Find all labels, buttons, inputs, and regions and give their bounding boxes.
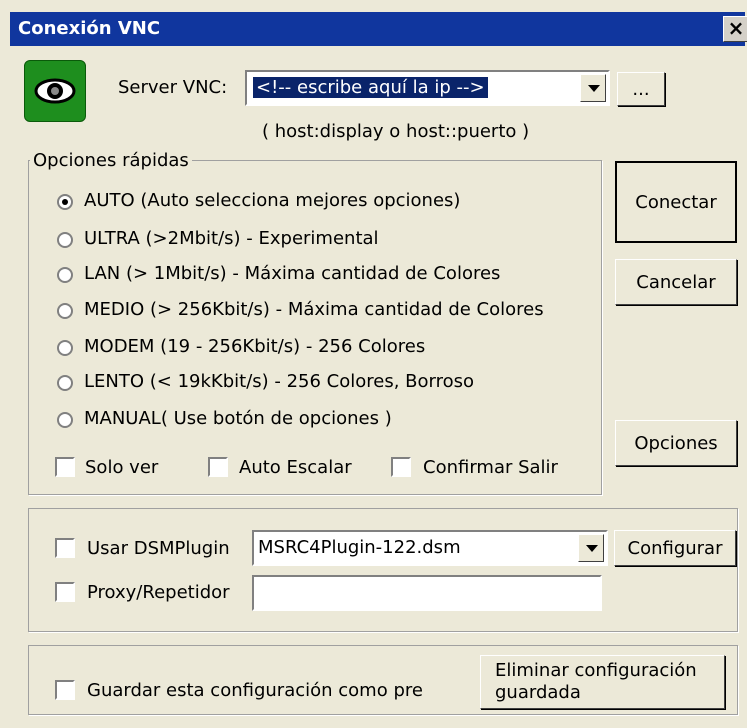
server-combobox[interactable]: <!-- escribe aquí la ip -->: [245, 70, 610, 106]
radio-option-4[interactable]: [57, 340, 73, 356]
cancel-button[interactable]: Cancelar: [615, 259, 737, 305]
dsm-group: [28, 508, 738, 632]
radio-option-3[interactable]: [57, 303, 73, 319]
chevron-down-icon[interactable]: [580, 74, 606, 102]
radio-option-label: ULTRA (>2Mbit/s) - Experimental: [84, 228, 379, 249]
quick-options-legend: Opciones rápidas: [30, 150, 192, 171]
window-title: Conexión VNC: [18, 18, 161, 39]
save-config-label: Guardar esta configuración como pre: [87, 680, 423, 701]
dsm-plugin-label: Usar DSMPlugin: [87, 538, 230, 559]
browse-button[interactable]: ...: [617, 72, 665, 106]
radio-option-label: MODEM (19 - 256Kbit/s) - 256 Colores: [84, 336, 426, 357]
radio-option-0[interactable]: [57, 194, 73, 210]
delete-saved-config-button[interactable]: Eliminar configuración guardada: [480, 655, 725, 709]
vnc-connection-dialog: Conexión VNC × Server VNC: <!-- escribe …: [0, 0, 747, 728]
radio-option-1[interactable]: [57, 232, 73, 248]
checkbox-solo-ver[interactable]: [55, 457, 75, 477]
radio-option-6[interactable]: [57, 412, 73, 428]
radio-option-5[interactable]: [57, 375, 73, 391]
delete-config-line1: Eliminar configuración: [495, 660, 697, 681]
chevron-down-icon[interactable]: [578, 534, 604, 562]
title-bar: Conexión VNC: [10, 12, 745, 46]
dsm-plugin-value: MSRC4Plugin-122.dsm: [258, 537, 461, 558]
delete-config-line2: guardada: [495, 682, 581, 703]
checkbox-confirmar-salir-label: Confirmar Salir: [423, 457, 558, 478]
eye-icon: [24, 60, 86, 122]
connect-button[interactable]: Conectar: [615, 161, 737, 243]
radio-option-label: MANUAL( Use botón de opciones ): [84, 408, 392, 429]
checkbox-dsm-plugin[interactable]: [55, 538, 75, 558]
server-label: Server VNC:: [118, 77, 228, 98]
checkbox-auto-escalar[interactable]: [208, 457, 228, 477]
checkbox-proxy[interactable]: [55, 582, 75, 602]
radio-option-2[interactable]: [57, 267, 73, 283]
options-button[interactable]: Opciones: [615, 420, 737, 466]
radio-option-label: LENTO (< 19kKbit/s) - 256 Colores, Borro…: [84, 371, 475, 392]
proxy-label: Proxy/Repetidor: [87, 582, 230, 603]
configure-button[interactable]: Configurar: [614, 530, 736, 566]
server-input[interactable]: <!-- escribe aquí la ip -->: [253, 77, 488, 98]
checkbox-solo-ver-label: Solo ver: [85, 457, 159, 478]
close-icon: ×: [727, 16, 745, 40]
radio-option-label: AUTO (Auto selecciona mejores opciones): [84, 190, 461, 211]
radio-option-label: LAN (> 1Mbit/s) - Máxima cantidad de Col…: [84, 263, 501, 284]
checkbox-save-config[interactable]: [55, 680, 75, 700]
server-hint: ( host:display o host::puerto ): [262, 121, 530, 142]
checkbox-auto-escalar-label: Auto Escalar: [239, 457, 352, 478]
checkbox-confirmar-salir[interactable]: [391, 457, 411, 477]
browse-button-label: ...: [632, 78, 650, 100]
close-button[interactable]: ×: [723, 16, 747, 42]
dsm-plugin-combobox[interactable]: MSRC4Plugin-122.dsm: [252, 530, 608, 566]
radio-option-label: MEDIO (> 256Kbit/s) - Máxima cantidad de…: [84, 299, 544, 320]
proxy-input[interactable]: [252, 575, 602, 611]
